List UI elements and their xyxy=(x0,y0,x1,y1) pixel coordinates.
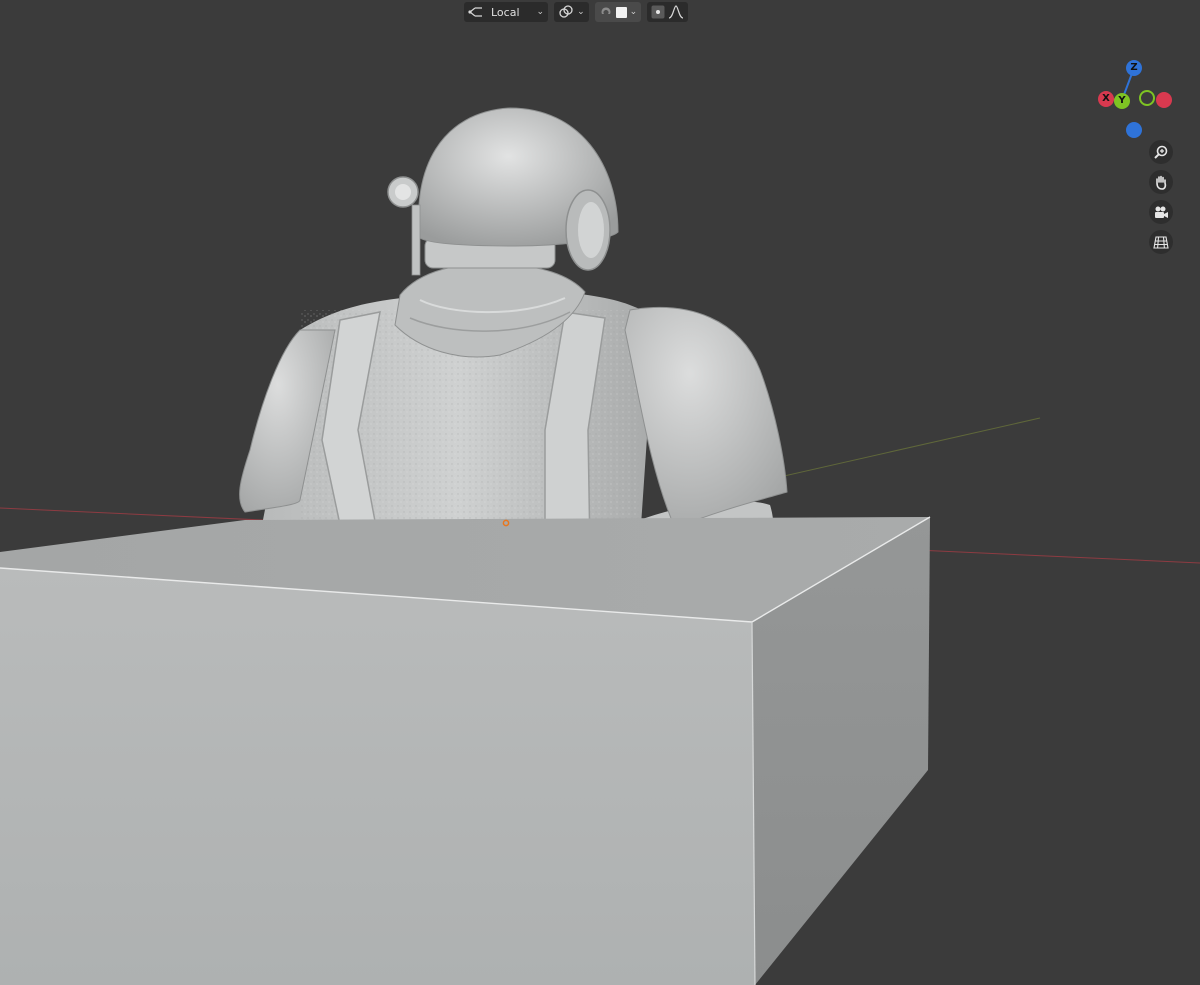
gizmo-axis-x[interactable]: X xyxy=(1098,91,1114,107)
viewport-header-toolbar: Local ⌄ ⌄ ⌄ xyxy=(464,2,689,22)
transform-orientation-label: Local xyxy=(491,5,520,19)
camera-icon xyxy=(1153,204,1169,220)
viewport-navigation-buttons xyxy=(1149,140,1175,260)
transform-orientation-icon xyxy=(468,5,484,19)
ortho-toggle-button[interactable] xyxy=(1149,230,1173,254)
link-chain-icon xyxy=(558,5,574,19)
ortho-grid-icon xyxy=(1153,234,1169,250)
camera-view-button[interactable] xyxy=(1149,200,1173,224)
zoom-button[interactable] xyxy=(1149,140,1173,164)
pan-button[interactable] xyxy=(1149,170,1173,194)
chevron-down-icon: ⌄ xyxy=(577,7,585,17)
3d-viewport[interactable]: Local ⌄ ⌄ ⌄ Z X Y xyxy=(0,0,1200,985)
magnet-icon xyxy=(599,5,613,19)
snap-toggle[interactable]: ⌄ xyxy=(594,2,642,22)
transform-orientation-dropdown[interactable]: Local ⌄ xyxy=(464,2,549,22)
gizmo-axis-neg-y[interactable] xyxy=(1139,90,1155,106)
pan-hand-icon xyxy=(1153,174,1169,190)
gizmo-axis-z[interactable]: Z xyxy=(1126,60,1142,76)
chevron-down-icon: ⌄ xyxy=(629,7,638,17)
chevron-down-icon: ⌄ xyxy=(536,7,545,17)
gizmo-axis-neg-z[interactable] xyxy=(1126,122,1142,138)
gizmo-axis-y[interactable]: Y xyxy=(1114,93,1130,109)
gizmo-axis-neg-x[interactable] xyxy=(1156,92,1172,108)
pauldron-right[interactable] xyxy=(624,307,788,529)
proportional-editing-toggle[interactable] xyxy=(647,2,689,22)
navigation-gizmo[interactable]: Z X Y xyxy=(1092,56,1176,140)
snap-square-icon xyxy=(615,6,627,18)
proportional-editing-icon xyxy=(651,5,665,19)
viewport-scene[interactable] xyxy=(0,0,1200,985)
falloff-curve-icon xyxy=(668,5,684,19)
zoom-icon xyxy=(1153,144,1169,160)
pivot-point-dropdown[interactable]: ⌄ xyxy=(554,2,589,22)
box-front-face[interactable] xyxy=(0,568,755,985)
